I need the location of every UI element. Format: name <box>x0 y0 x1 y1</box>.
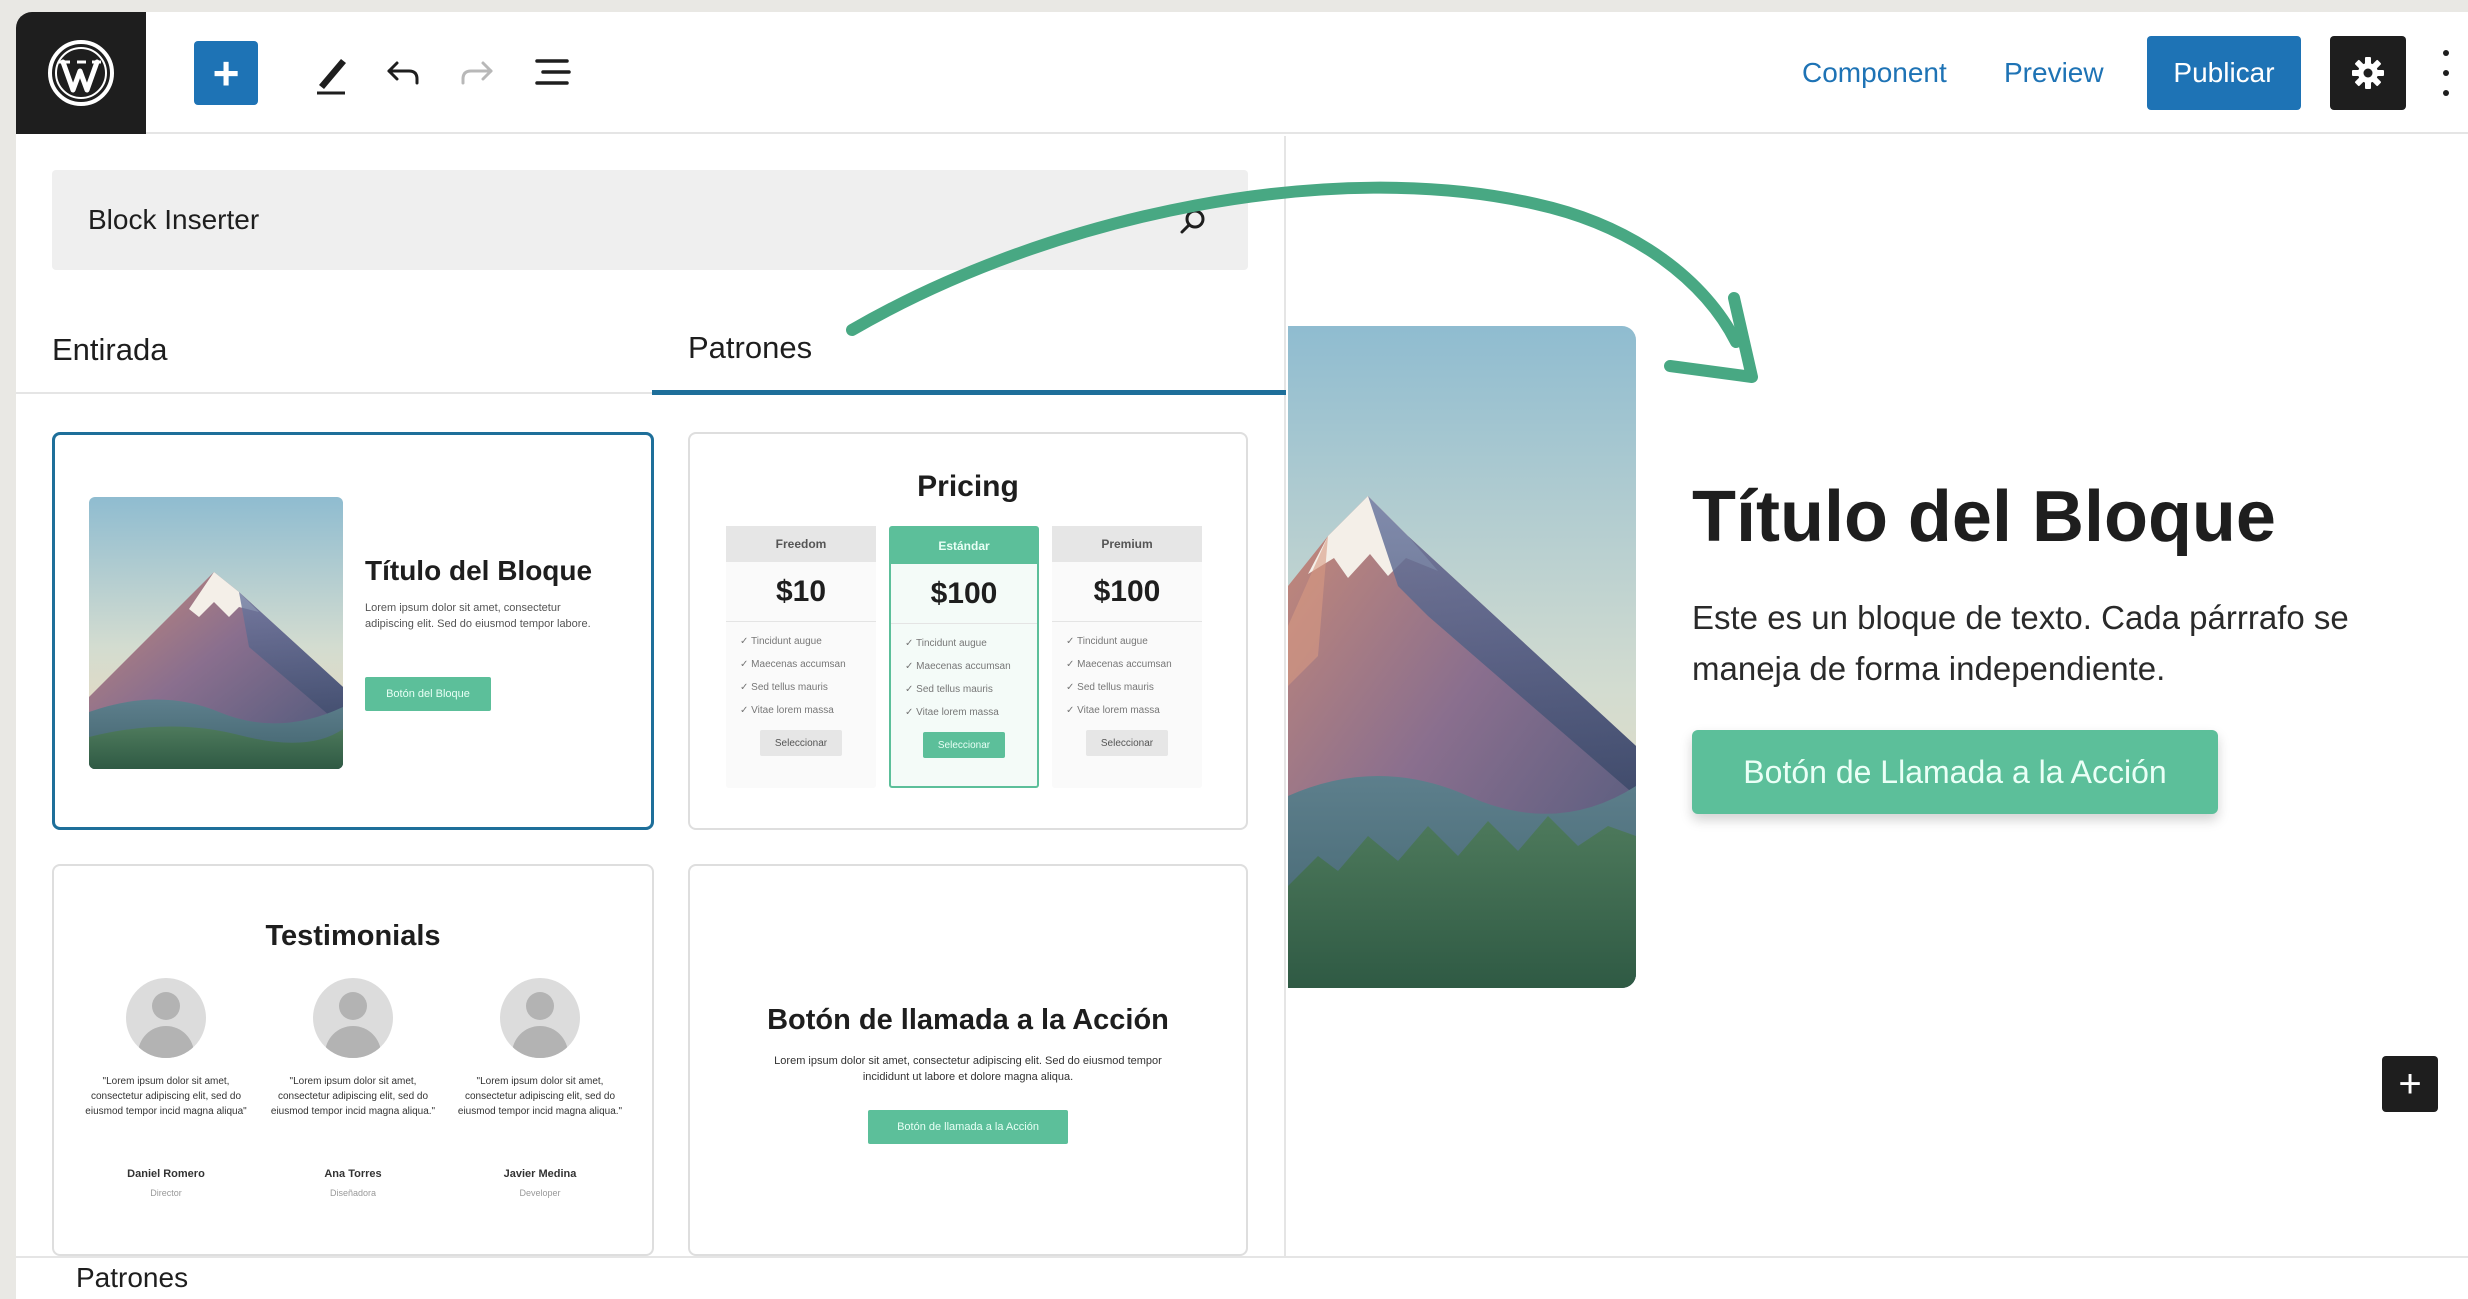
search-icon <box>1180 209 1205 234</box>
pattern-card-hero[interactable]: Título del Bloque Lorem ipsum dolor sit … <box>52 432 654 830</box>
testimonials-pattern-title: Testimonials <box>265 920 441 952</box>
editor-toolbar: + Component Preview Publicar <box>16 12 2468 134</box>
pricing-column-basic: Freedom $10 ✓ Tincidunt augue ✓ Maecenas… <box>726 526 876 788</box>
hero-pattern-title: Título del Bloque <box>365 555 593 586</box>
more-vertical-icon <box>2443 50 2449 56</box>
pricing-feature: ✓ Vitae lorem massa <box>740 705 834 716</box>
document-overview-button[interactable] <box>526 41 580 105</box>
hero-pattern-text: Lorem ipsum dolor sit amet, consectetur … <box>365 602 591 630</box>
redo-button[interactable] <box>452 41 502 105</box>
canvas-cta-button[interactable]: Botón de Llamada a la Acción <box>1692 730 2218 814</box>
avatar <box>313 978 393 1058</box>
editor-window: + Component Preview Publicar Block Inser… <box>16 12 2468 1299</box>
pricing-feature: ✓ Maecenas accumsan <box>1066 659 1172 670</box>
pattern-card-testimonials[interactable]: Testimonials "Lorem ipsum dolor sit amet… <box>52 864 654 1256</box>
inserter-tabs: Entirada Patrones <box>16 306 1286 395</box>
pricing-plan-name: Premium <box>1052 526 1202 562</box>
canvas-heading[interactable]: Título del Bloque <box>1692 476 2276 558</box>
mountain-image-block[interactable] <box>1288 326 1636 988</box>
cta-pattern-title: Botón de llamada a la Acción <box>767 1004 1169 1036</box>
pricing-feature: ✓ Sed tellus mauris <box>740 682 828 693</box>
publish-button[interactable]: Publicar <box>2147 36 2301 110</box>
add-block-button[interactable]: + <box>194 41 258 105</box>
testimonial-quote: "Lorem ipsum dolor sit amet, consectetur… <box>85 1076 247 1117</box>
testimonial-role: Director <box>150 1188 182 1198</box>
testimonial-role: Diseñadora <box>329 1188 377 1198</box>
testimonial-name: Daniel Romero <box>127 1168 205 1180</box>
hero-pattern-button: Botón del Bloque <box>365 677 491 711</box>
footer-breadcrumb[interactable]: Patrones <box>76 1262 188 1294</box>
cta-pattern-button: Botón de llamada a la Acción <box>868 1110 1068 1144</box>
pricing-price: $10 <box>726 562 876 622</box>
gear-icon <box>2352 57 2384 89</box>
testimonial-name: Javier Medina <box>503 1168 577 1180</box>
tab-entirada[interactable]: Entirada <box>52 306 167 394</box>
testimonial-name: Ana Torres <box>324 1168 382 1180</box>
pricing-feature: ✓ Vitae lorem massa <box>905 707 999 718</box>
avatar <box>500 978 580 1058</box>
search-input-label: Block Inserter <box>88 204 260 235</box>
block-inserter-panel: Block Inserter Entirada Patrones Título … <box>16 136 1286 1256</box>
wordpress-logo[interactable] <box>16 12 146 134</box>
wordpress-icon <box>48 40 114 106</box>
undo-button[interactable] <box>378 41 428 105</box>
plus-icon: + <box>212 47 240 99</box>
undo-icon <box>387 61 419 85</box>
pricing-select-button: Seleccionar <box>923 732 1005 758</box>
block-search-input[interactable]: Block Inserter <box>52 170 1248 270</box>
pricing-select-button: Seleccionar <box>760 730 842 756</box>
pricing-feature: ✓ Maecenas accumsan <box>740 659 846 670</box>
settings-button[interactable] <box>2330 36 2406 110</box>
pricing-price: $100 <box>891 564 1037 624</box>
pricing-feature: ✓ Tincidunt augue <box>905 638 987 649</box>
pricing-select-button: Seleccionar <box>1086 730 1168 756</box>
pricing-feature: ✓ Sed tellus mauris <box>1066 682 1154 693</box>
pricing-column-featured: Estándar $100 ✓ Tincidunt augue ✓ Maecen… <box>889 526 1039 788</box>
editor-footer: Patrones <box>16 1256 2468 1299</box>
testimonial-quote: "Lorem ipsum dolor sit amet, consectetur… <box>270 1076 436 1117</box>
testimonial-role: Developer <box>519 1188 561 1198</box>
pricing-plan-name: Freedom <box>726 526 876 562</box>
canvas-add-block-button[interactable]: + <box>2382 1056 2438 1112</box>
cta-pattern-text: Lorem ipsum dolor sit amet, consectetur … <box>774 1055 1162 1083</box>
testimonial-quote: "Lorem ipsum dolor sit amet, consectetur… <box>457 1076 623 1117</box>
pencil-icon <box>317 59 346 95</box>
pattern-card-cta[interactable]: Botón de llamada a la Acción Lorem ipsum… <box>688 864 1248 1256</box>
pricing-column-premium: Premium $100 ✓ Tincidunt augue ✓ Maecena… <box>1052 526 1202 788</box>
preview-link[interactable]: Preview <box>2004 41 2104 105</box>
plus-icon: + <box>2398 1061 2422 1106</box>
editor-canvas: Título del Bloque Este es un bloque de t… <box>1288 136 2468 1256</box>
tools-button[interactable] <box>306 41 356 105</box>
pricing-price: $100 <box>1052 562 1202 622</box>
pricing-feature: ✓ Vitae lorem massa <box>1066 705 1160 716</box>
list-view-icon <box>535 59 571 85</box>
pricing-plan-name: Estándar <box>891 528 1037 564</box>
pricing-feature: ✓ Tincidunt augue <box>740 636 822 647</box>
redo-icon <box>461 61 493 85</box>
options-menu-button[interactable] <box>2436 50 2456 96</box>
pricing-pattern-title: Pricing <box>917 470 1019 503</box>
pricing-feature: ✓ Tincidunt augue <box>1066 636 1148 647</box>
tab-patrones[interactable]: Patrones <box>652 306 1286 395</box>
pricing-feature: ✓ Sed tellus mauris <box>905 684 993 695</box>
mountain-image <box>89 497 343 769</box>
component-link[interactable]: Component <box>1802 41 1947 105</box>
pricing-feature: ✓ Maecenas accumsan <box>905 661 1011 672</box>
pattern-card-pricing[interactable]: Pricing Freedom $10 ✓ Tincidunt augue ✓ … <box>688 432 1248 830</box>
canvas-paragraph[interactable]: Este es un bloque de texto. Cada párrraf… <box>1692 592 2412 694</box>
avatar <box>126 978 206 1058</box>
